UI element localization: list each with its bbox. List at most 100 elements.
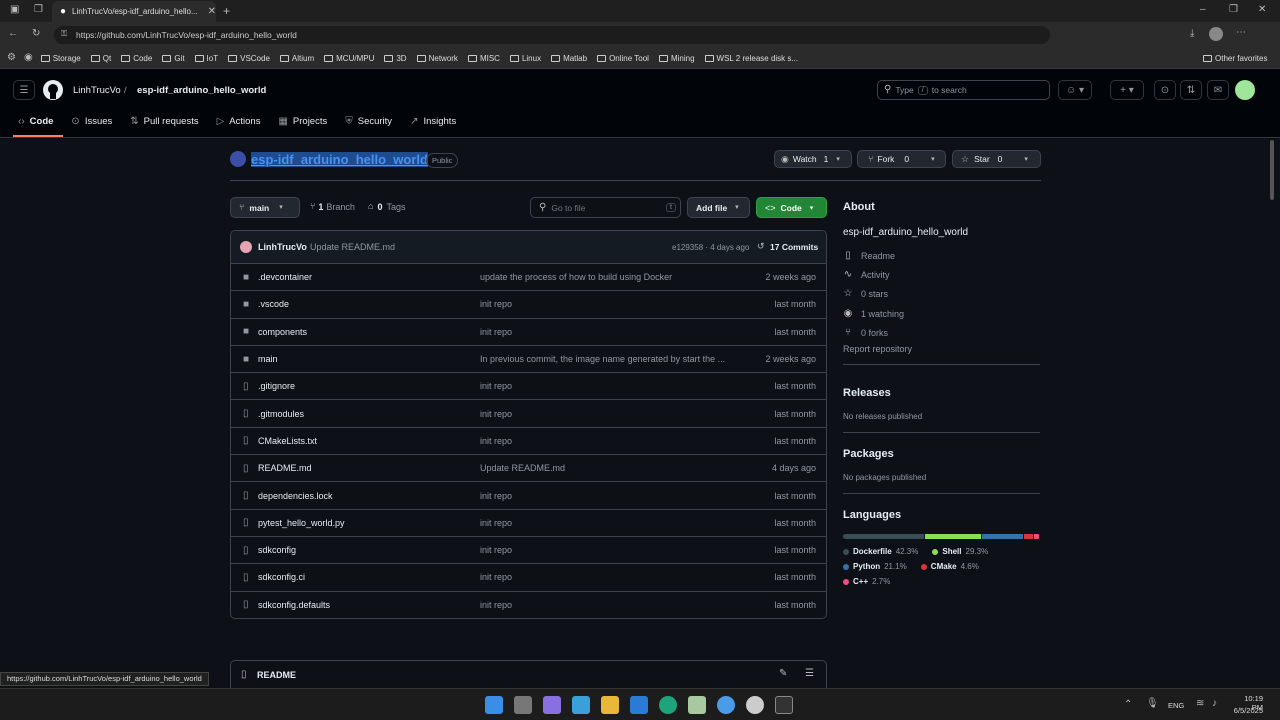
other-favorites[interactable]: Other favorites	[1203, 54, 1267, 63]
branch-selector[interactable]: ⑂ main ▾	[230, 197, 300, 218]
file-commit-message[interactable]: init repo	[480, 518, 740, 528]
start-icon[interactable]	[485, 696, 503, 714]
language-item[interactable]: CMake 4.6%	[920, 559, 979, 574]
microphone-icon[interactable]: 🎙	[1146, 699, 1159, 709]
file-commit-message[interactable]: init repo	[480, 409, 740, 419]
bookmark-item[interactable]: Mining	[658, 54, 695, 63]
table-row[interactable]: ▯ .gitmodules init repo last month	[231, 399, 826, 426]
file-name[interactable]: sdkconfig.defaults	[258, 600, 330, 610]
file-commit-message[interactable]: In previous commit, the image name gener…	[480, 354, 740, 364]
settings-icon[interactable]: ⚙	[7, 53, 16, 63]
file-commit-message[interactable]: init repo	[480, 600, 740, 610]
tray-chevron-icon[interactable]: ⌃	[1124, 700, 1132, 710]
language-indicator[interactable]: ENG	[1168, 701, 1184, 710]
app-icon[interactable]	[717, 696, 735, 714]
vscode-icon[interactable]	[630, 696, 648, 714]
edge-icon[interactable]	[659, 696, 677, 714]
file-commit-message[interactable]: init repo	[480, 491, 740, 501]
commit-hash-time[interactable]: e129358 · 4 days ago	[672, 243, 749, 252]
readme-tab[interactable]: README	[257, 670, 296, 680]
table-row[interactable]: ▯ README.md Update README.md 4 days ago	[231, 454, 826, 481]
more-icon[interactable]: ⋯	[1236, 28, 1246, 38]
file-name[interactable]: main	[258, 354, 278, 364]
clock-date[interactable]: 6/5/2025	[1231, 706, 1263, 715]
table-row[interactable]: ▯ .gitignore init repo last month	[231, 372, 826, 399]
user-avatar[interactable]	[1235, 80, 1255, 100]
language-item[interactable]: C++ 2.7%	[843, 574, 890, 589]
file-commit-message[interactable]: Update README.md	[480, 463, 740, 473]
bookmark-item[interactable]: Git	[162, 54, 185, 63]
bookmark-item[interactable]: IoT	[194, 54, 218, 63]
file-name[interactable]: .vscode	[258, 299, 289, 309]
owner-link[interactable]: LinhTrucVo	[73, 85, 121, 96]
hamburger-menu-icon[interactable]: ☰	[13, 80, 35, 100]
code-button[interactable]: <> Code ▾	[756, 197, 827, 218]
bookmark-item[interactable]: Linux	[509, 54, 541, 63]
table-row[interactable]: ▯sdkconfig.oldinit repolast month	[231, 617, 826, 618]
close-window-icon[interactable]: ✕	[1258, 5, 1266, 15]
app-icon[interactable]	[688, 696, 706, 714]
about-item[interactable]: ◉ 1 watching	[843, 304, 1040, 323]
bookmark-item[interactable]: MISC	[467, 54, 500, 63]
table-row[interactable]: ■ main In previous commit, the image name …	[231, 344, 826, 372]
report-repository-link[interactable]: Report repository	[843, 344, 1040, 354]
copilot-button[interactable]: ☺ ▾	[1058, 80, 1092, 100]
about-item[interactable]: ∿ Activity	[843, 265, 1040, 284]
watch-button[interactable]: ◉ Watch 1 ▾	[774, 150, 852, 168]
about-item[interactable]: ▯ Readme	[843, 246, 1040, 265]
file-explorer-icon[interactable]	[601, 696, 619, 714]
file-commit-message[interactable]: init repo	[480, 381, 740, 391]
tab-issues[interactable]: ⊙ Issues	[71, 116, 112, 127]
file-name[interactable]: .devcontainer	[258, 272, 312, 282]
bookmark-item[interactable]: Storage	[40, 54, 81, 63]
packages-heading[interactable]: Packages	[843, 448, 1040, 460]
bookmark-item[interactable]: Altium	[279, 54, 314, 63]
bookmark-item[interactable]: VSCode	[228, 54, 270, 63]
repo-title[interactable]: esp-idf_arduino_hello_world	[251, 152, 428, 167]
file-name[interactable]: components	[258, 327, 307, 337]
github-logo-icon[interactable]	[43, 80, 63, 100]
create-new-button[interactable]: + ▾	[1110, 80, 1144, 100]
file-commit-message[interactable]: init repo	[480, 545, 740, 555]
fork-button[interactable]: ⑂ Fork 0 ▾	[857, 150, 946, 168]
bookmark-item[interactable]: Matlab	[551, 54, 587, 63]
volume-icon[interactable]: ♪	[1212, 699, 1217, 709]
tab-insights[interactable]: ↗ Insights	[410, 116, 456, 127]
table-row[interactable]: ▯ sdkconfig.ci init repo last month	[231, 563, 826, 590]
tab-actions-icon[interactable]: ❐	[34, 5, 43, 15]
tab-actions[interactable]: ▷ Actions	[217, 116, 261, 127]
workspaces-icon[interactable]: ▣	[10, 5, 19, 15]
file-commit-message[interactable]: init repo	[480, 299, 740, 309]
file-commit-message[interactable]: update the process of how to build using…	[480, 272, 740, 282]
issues-icon[interactable]: ⊙	[1154, 80, 1176, 100]
terminal-icon[interactable]	[775, 696, 793, 714]
bookmark-item[interactable]: WSL 2 release disk s...	[704, 54, 798, 63]
page-scrollbar[interactable]	[1270, 140, 1274, 200]
edit-pencil-icon[interactable]: ✎	[779, 669, 787, 679]
back-icon[interactable]: ←	[8, 29, 18, 39]
new-tab-icon[interactable]: +	[223, 5, 230, 17]
table-row[interactable]: ▯ sdkconfig init repo last month	[231, 535, 826, 563]
table-row[interactable]: ▯ pytest_hello_world.py init repo last mont…	[231, 508, 826, 536]
releases-heading[interactable]: Releases	[843, 387, 1040, 399]
file-name[interactable]: .gitignore	[258, 381, 295, 391]
file-name[interactable]: sdkconfig	[258, 545, 296, 555]
commits-link[interactable]: 17 Commits	[770, 242, 818, 252]
file-commit-message[interactable]: init repo	[480, 572, 740, 582]
tab-security[interactable]: ⛨ Security	[345, 116, 392, 127]
file-name[interactable]: CMakeLists.txt	[258, 436, 317, 446]
file-name[interactable]: dependencies.lock	[258, 491, 333, 501]
copilot-icon[interactable]: ◉	[24, 53, 33, 63]
table-row[interactable]: ▯ sdkconfig.defaults init repo last month	[231, 590, 826, 618]
tab-code[interactable]: ‹› Code	[18, 116, 53, 127]
star-button[interactable]: ☆ Star 0 ▾	[952, 150, 1041, 168]
task-view-icon[interactable]	[514, 696, 532, 714]
restore-icon[interactable]: ❐	[1229, 5, 1238, 15]
table-row[interactable]: ■ .devcontainer update the process of how …	[231, 263, 826, 290]
file-commit-message[interactable]: init repo	[480, 436, 740, 446]
inbox-icon[interactable]: ✉	[1207, 80, 1229, 100]
refresh-icon[interactable]: ↻	[32, 29, 40, 39]
table-row[interactable]: ▯ CMakeLists.txt init repo last month	[231, 426, 826, 454]
store-icon[interactable]	[572, 696, 590, 714]
profile-avatar[interactable]	[1209, 27, 1223, 41]
